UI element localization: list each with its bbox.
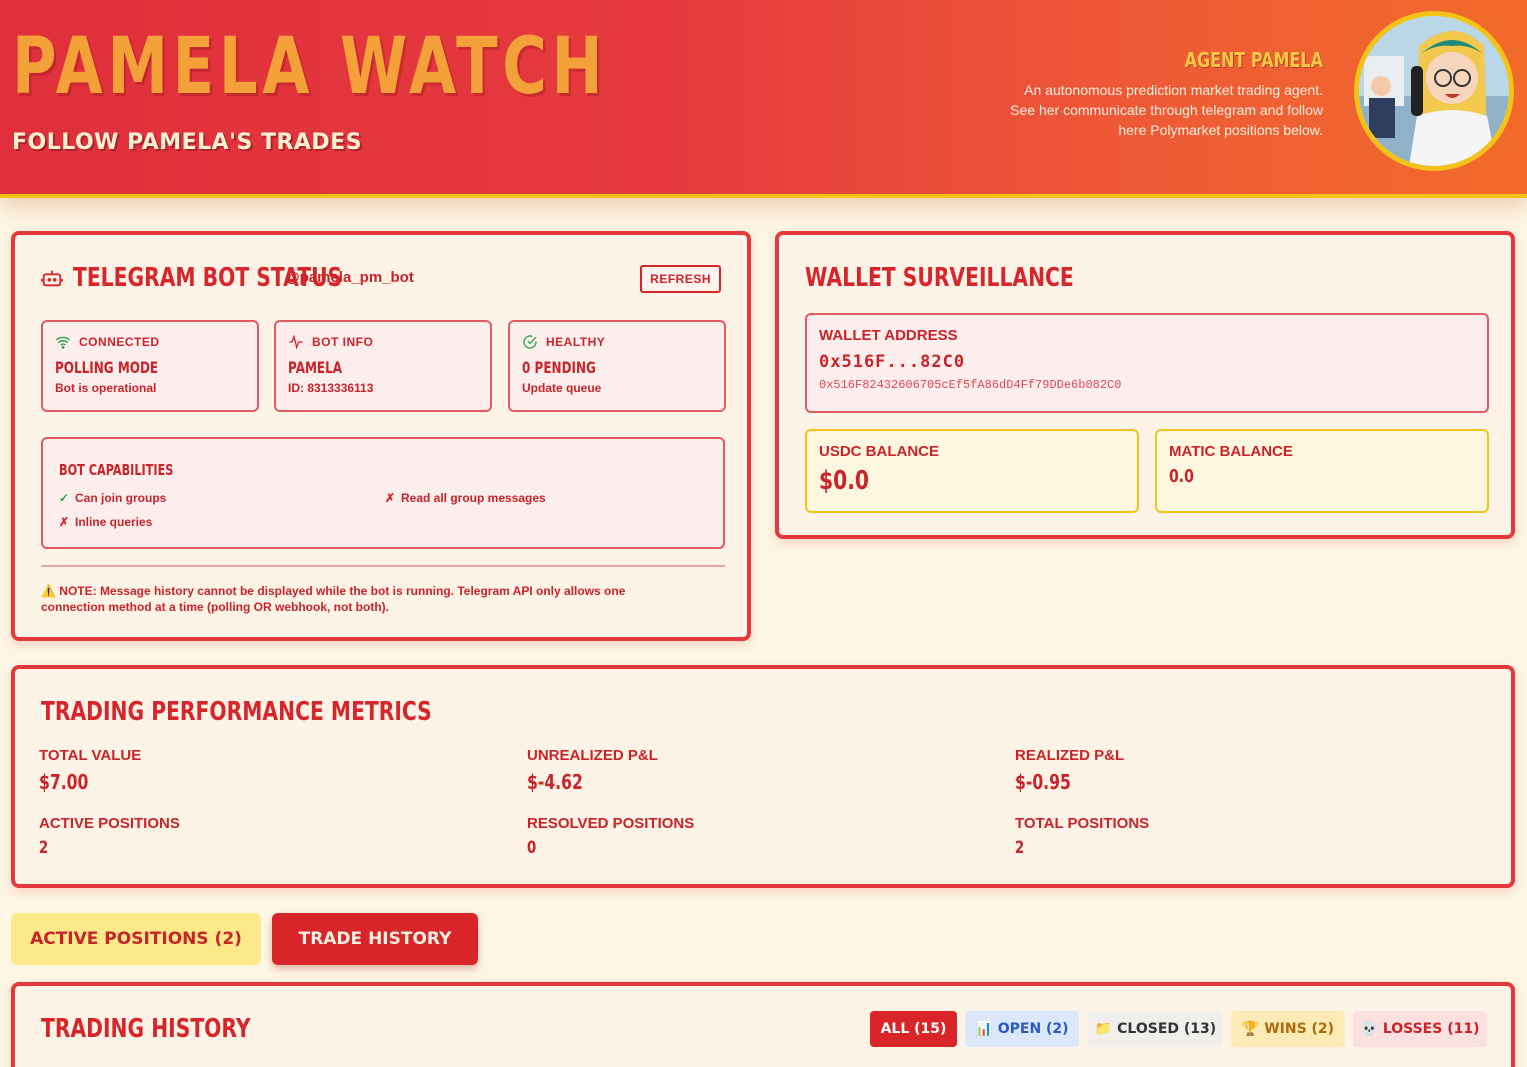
app-title: PAMELA WATCH [12,22,608,112]
note-line: connection method at a time (polling OR … [41,600,389,614]
wallet-title: WALLET SURVEILLANCE [805,263,1074,293]
filter-closed-button[interactable]: 📁 CLOSED (13) [1088,1011,1223,1047]
tab-trade-history[interactable]: TRADE HISTORY [272,913,478,965]
metric-label: TOTAL VALUE [39,747,142,764]
status-bot-info-box: BOT INFO PAMELA ID: 8313336113 [274,320,492,412]
stat-foot: Bot is operational [55,381,157,395]
divider [41,565,725,567]
usdc-balance-label: USDC BALANCE [819,443,939,460]
agent-desc-line: An autonomous prediction market trading … [1024,82,1323,98]
agent-name: AGENT PAMELA [1184,48,1323,72]
metric-value: 2 [1015,838,1025,858]
cross-icon: ✗ [59,515,70,529]
agent-avatar [1354,11,1514,171]
stat-head: CONNECTED [55,334,245,350]
metric-label: TOTAL POSITIONS [1015,815,1150,832]
metric-label: RESOLVED POSITIONS [527,815,695,832]
stat-head-label: HEALTHY [546,335,606,349]
capabilities-title: BOT CAPABILITIES [59,461,174,479]
metric-label: ACTIVE POSITIONS [39,815,180,832]
metric-label: REALIZED P&L [1015,747,1125,764]
capability-item: ✗ Inline queries [59,515,152,529]
metric-resolved-positions: RESOLVED POSITIONS 0 [527,815,967,858]
matic-balance-box: MATIC BALANCE 0.0 [1155,429,1489,513]
stat-head: HEALTHY [522,334,712,350]
metric-label: UNREALIZED P&L [527,747,658,764]
wallet-address-box: WALLET ADDRESS 0x516F...82C0 0x516F82432… [805,313,1489,413]
stat-head-label: BOT INFO [312,335,374,349]
wallet-address-label: WALLET ADDRESS [819,327,958,344]
metric-value: $-0.95 [1015,770,1071,794]
trading-history-card: TRADING HISTORY ALL (15) 📊 OPEN (2) 📁 CL… [11,982,1515,1067]
matic-balance-label: MATIC BALANCE [1169,443,1293,460]
wallet-surveillance-card: WALLET SURVEILLANCE WALLET ADDRESS 0x516… [775,231,1515,539]
usdc-balance-value: $0.0 [819,466,870,496]
capability-label: Inline queries [75,515,153,529]
stat-head: BOT INFO [288,334,478,350]
refresh-button[interactable]: REFRESH [640,265,721,293]
page-header: PAMELA WATCH FOLLOW PAMELA'S TRADES AGEN… [0,0,1527,198]
agent-info: AGENT PAMELA An autonomous prediction ma… [963,48,1323,140]
metric-value: 0 [527,838,537,858]
agent-desc-line: See her communicate through telegram and… [1010,102,1323,118]
status-healthy-box: HEALTHY 0 PENDING Update queue [508,320,726,412]
filter-losses-button[interactable]: 💀 LOSSES (11) [1353,1011,1487,1047]
note-line: ⚠️ NOTE: Message history cannot be displ… [41,584,626,598]
cross-icon: ✗ [385,491,396,505]
telegram-note: ⚠️ NOTE: Message history cannot be displ… [41,583,725,615]
metric-realized-pnl: REALIZED P&L $-0.95 [1015,747,1455,794]
metric-value: $7.00 [39,770,89,794]
check-icon: ✓ [59,491,70,505]
telegram-bot-status-card: TELEGRAM BOT STATUS @pamela_pm_bot REFRE… [11,231,751,641]
trading-performance-card: TRADING PERFORMANCE METRICS TOTAL VALUE … [11,665,1515,888]
metric-active-positions: ACTIVE POSITIONS 2 [39,815,479,858]
wifi-icon [55,336,71,349]
activity-icon [289,334,303,350]
capability-item: ✓ Can join groups [59,491,166,505]
agent-description: An autonomous prediction market trading … [963,80,1323,140]
agent-desc-line: here Polymarket positions below. [1118,122,1323,138]
performance-title: TRADING PERFORMANCE METRICS [41,697,432,727]
usdc-balance-box: USDC BALANCE $0.0 [805,429,1139,513]
metric-value: $-4.62 [527,770,583,794]
filter-open-button[interactable]: 📊 OPEN (2) [965,1011,1079,1047]
history-title: TRADING HISTORY [41,1014,251,1044]
bot-capabilities-box: BOT CAPABILITIES ✓ Can join groups ✗ Read … [41,437,725,549]
bot-handle: @pamela_pm_bot [285,269,414,286]
metric-total-positions: TOTAL POSITIONS 2 [1015,815,1455,858]
tab-active-positions[interactable]: ACTIVE POSITIONS (2) [11,913,261,965]
capability-label: Read all group messages [401,491,546,505]
check-circle-icon [523,335,537,349]
app-subtitle: FOLLOW PAMELA'S TRADES [12,130,363,155]
stat-main: PAMELA [288,358,343,377]
capability-item: ✗ Read all group messages [385,491,546,505]
stat-foot: Update queue [522,381,602,395]
status-connected-box: CONNECTED POLLING MODE Bot is operationa… [41,320,259,412]
stat-foot: ID: 8313336113 [288,381,374,395]
filter-all-button[interactable]: ALL (15) [870,1011,957,1047]
capability-label: Can join groups [75,491,167,505]
bot-icon [41,270,63,287]
metric-total-value: TOTAL VALUE $7.00 [39,747,479,794]
wallet-address-full: 0x516F82432606705cEf5fA86dD4Ff79DDe6b082… [819,378,1122,392]
metric-unrealized-pnl: UNREALIZED P&L $-4.62 [527,747,967,794]
stat-main: 0 PENDING [522,358,596,377]
stat-head-label: CONNECTED [79,335,160,349]
wallet-address-short: 0x516F...82C0 [819,352,966,372]
filter-wins-button[interactable]: 🏆 WINS (2) [1231,1011,1345,1047]
stat-main: POLLING MODE [55,358,159,377]
metric-value: 2 [39,838,49,858]
matic-balance-value: 0.0 [1169,466,1194,487]
